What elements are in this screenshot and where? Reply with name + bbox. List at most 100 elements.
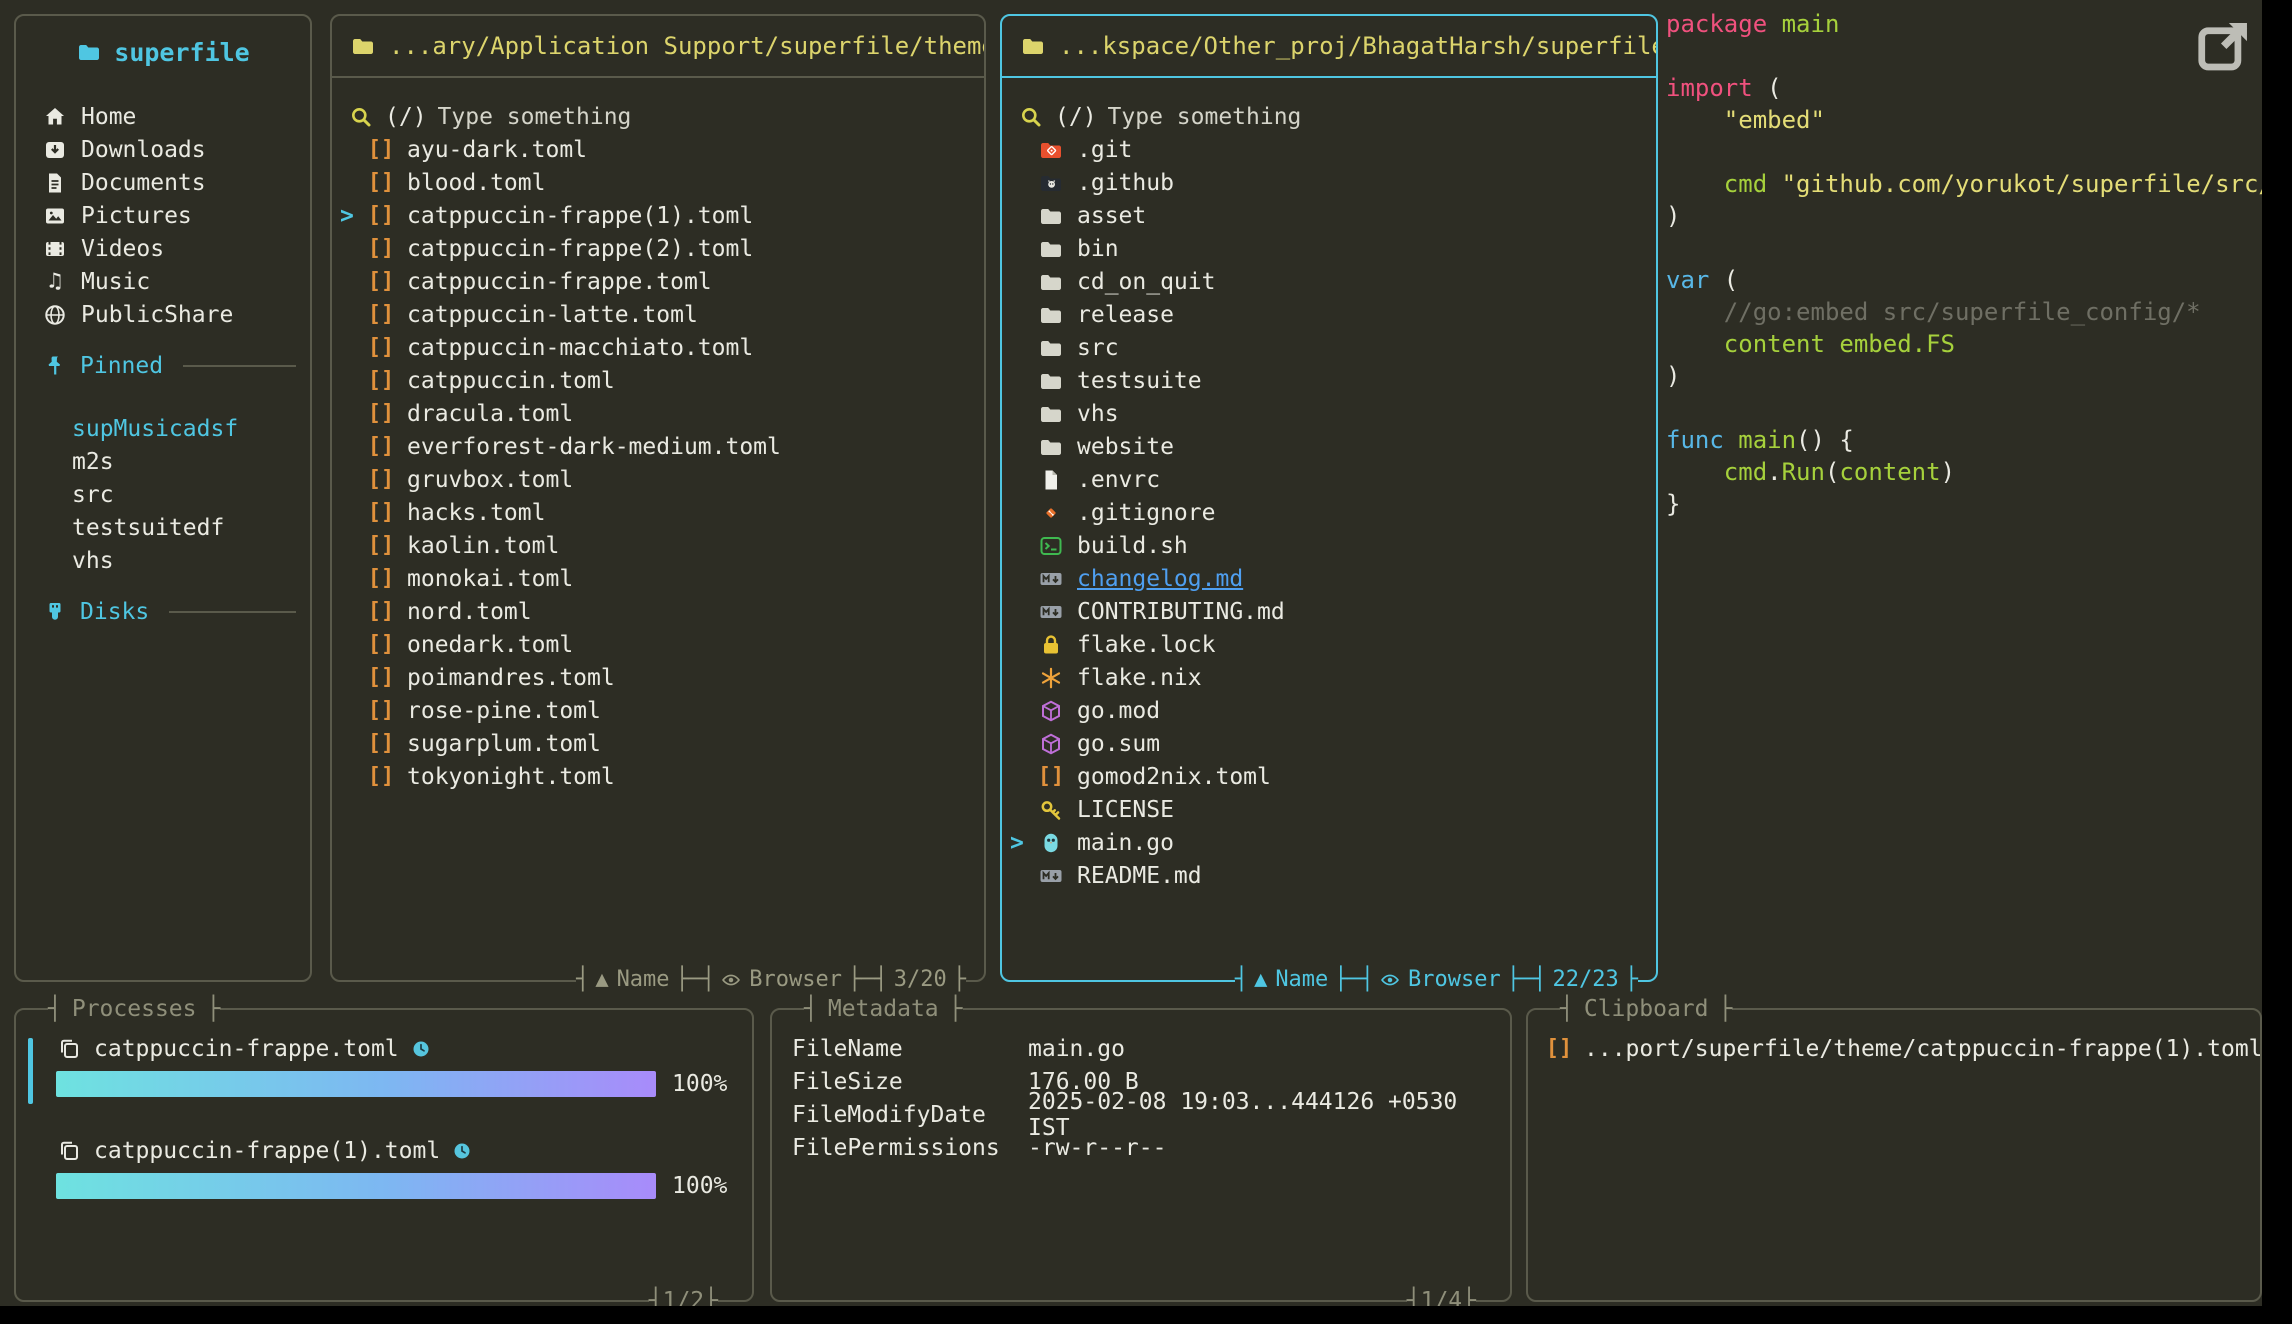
file-row[interactable]: go.mod bbox=[1002, 694, 1656, 727]
sidebar-item-downloads[interactable]: Downloads bbox=[16, 133, 310, 166]
file-row[interactable]: []catppuccin-frappe.toml bbox=[332, 265, 984, 298]
panel-path-header[interactable]: ...ary/Application Support/superfile/the… bbox=[332, 16, 984, 78]
file-name: main.go bbox=[1077, 830, 1174, 856]
music-icon: ♫ bbox=[42, 269, 68, 295]
code-token bbox=[1825, 330, 1839, 358]
file-row[interactable]: flake.lock bbox=[1002, 628, 1656, 661]
file-row[interactable]: README.md bbox=[1002, 859, 1656, 892]
ghfolder-icon bbox=[1038, 170, 1064, 196]
sidebar-item-label: PublicShare bbox=[81, 302, 233, 328]
file-row[interactable]: []rose-pine.toml bbox=[332, 694, 984, 727]
border-bracket: ┤ bbox=[1407, 1285, 1421, 1306]
progress-bar bbox=[56, 1173, 656, 1199]
process-name-row: catppuccin-frappe.toml bbox=[16, 1032, 752, 1065]
sort-toggle[interactable]: ▲Name bbox=[589, 964, 675, 996]
file-row[interactable]: >main.go bbox=[1002, 826, 1656, 859]
file-row[interactable]: .github bbox=[1002, 166, 1656, 199]
code-token: ) bbox=[1666, 362, 1680, 390]
file-row[interactable]: []catppuccin-macchiato.toml bbox=[332, 331, 984, 364]
file-row[interactable]: []monokai.toml bbox=[332, 562, 984, 595]
file-row[interactable]: website bbox=[1002, 430, 1656, 463]
file-row[interactable]: vhs bbox=[1002, 397, 1656, 430]
globe-icon bbox=[42, 302, 68, 328]
file-list: []ayu-dark.toml[]blood.toml>[]catppuccin… bbox=[332, 133, 984, 793]
code-line: var ( bbox=[1666, 264, 2262, 296]
file-row[interactable]: CONTRIBUTING.md bbox=[1002, 595, 1656, 628]
code-line bbox=[1666, 136, 2262, 168]
file-row[interactable]: changelog.md bbox=[1002, 562, 1656, 595]
file-row[interactable]: .gitignore bbox=[1002, 496, 1656, 529]
key-icon bbox=[1038, 797, 1064, 823]
file-row[interactable]: []gomod2nix.toml bbox=[1002, 760, 1656, 793]
file-name: kaolin.toml bbox=[407, 533, 559, 559]
file-row[interactable]: []blood.toml bbox=[332, 166, 984, 199]
file-row[interactable]: []onedark.toml bbox=[332, 628, 984, 661]
file-row[interactable]: go.sum bbox=[1002, 727, 1656, 760]
toml-icon: [] bbox=[368, 434, 394, 460]
file-row[interactable]: >[]catppuccin-frappe(1).toml bbox=[332, 199, 984, 232]
sidebar-item-documents[interactable]: Documents bbox=[16, 166, 310, 199]
border-bracket: ├─┤ bbox=[676, 964, 716, 996]
pinned-item-label: m2s bbox=[72, 449, 114, 475]
file-row[interactable]: []nord.toml bbox=[332, 595, 984, 628]
cube-icon bbox=[1038, 731, 1064, 757]
file-row[interactable]: src bbox=[1002, 331, 1656, 364]
sidebar-item-music[interactable]: ♫Music bbox=[16, 265, 310, 298]
process-item[interactable]: catppuccin-frappe(1).toml100% bbox=[16, 1134, 752, 1199]
file-row[interactable]: LICENSE bbox=[1002, 793, 1656, 826]
sidebar-item-publicshare[interactable]: PublicShare bbox=[16, 298, 310, 331]
sidebar-home-list: HomeDownloadsDocumentsPicturesVideos♫Mus… bbox=[16, 100, 310, 331]
mode-toggle[interactable]: Browser bbox=[715, 964, 848, 996]
file-row[interactable]: []dracula.toml bbox=[332, 397, 984, 430]
sidebar-item-home[interactable]: Home bbox=[16, 100, 310, 133]
folder-icon bbox=[1038, 236, 1064, 262]
file-name: gruvbox.toml bbox=[407, 467, 573, 493]
sidebar-item-videos[interactable]: Videos bbox=[16, 232, 310, 265]
file-row[interactable]: []catppuccin-latte.toml bbox=[332, 298, 984, 331]
file-row[interactable]: testsuite bbox=[1002, 364, 1656, 397]
sidebar-pinned-list: supMusicadsf m2s srctestsuitedfvhs bbox=[16, 412, 310, 577]
pinned-item-testsuitedf[interactable]: testsuitedf bbox=[16, 511, 310, 544]
markdown-icon bbox=[1038, 599, 1064, 625]
sidebar-item-pictures[interactable]: Pictures bbox=[16, 199, 310, 232]
file-row[interactable]: bin bbox=[1002, 232, 1656, 265]
page-count: 1/2 bbox=[663, 1285, 705, 1306]
file-row[interactable]: []everforest-dark-medium.toml bbox=[332, 430, 984, 463]
pinned-item-supmusicadsf[interactable]: supMusicadsf bbox=[16, 412, 310, 445]
panel-path-header[interactable]: ...kspace/Other_proj/BhagatHarsh/superfi… bbox=[1002, 16, 1656, 78]
file-row[interactable]: []sugarplum.toml bbox=[332, 727, 984, 760]
file-row[interactable]: []tokyonight.toml bbox=[332, 760, 984, 793]
file-row[interactable]: .git bbox=[1002, 133, 1656, 166]
file-row[interactable]: build.sh bbox=[1002, 529, 1656, 562]
external-link-icon[interactable] bbox=[2194, 14, 2256, 76]
code-token: import bbox=[1666, 74, 1753, 102]
file-row[interactable]: []poimandres.toml bbox=[332, 661, 984, 694]
file-name: rose-pine.toml bbox=[407, 698, 601, 724]
mode-toggle[interactable]: Browser bbox=[1374, 964, 1507, 996]
clipboard-item-path: ...port/superfile/theme/catppuccin-frapp… bbox=[1584, 1036, 2260, 1062]
file-row[interactable]: .envrc bbox=[1002, 463, 1656, 496]
file-row[interactable]: []catppuccin-frappe(2).toml bbox=[332, 232, 984, 265]
file-row[interactable]: flake.nix bbox=[1002, 661, 1656, 694]
search-bar[interactable]: (/) Type something bbox=[332, 100, 984, 133]
clipboard-item[interactable]: []...port/superfile/theme/catppuccin-fra… bbox=[1528, 1032, 2260, 1065]
search-placeholder: Type something bbox=[1108, 104, 1302, 130]
pinned-item-src[interactable]: src bbox=[16, 478, 310, 511]
file-row[interactable]: []gruvbox.toml bbox=[332, 463, 984, 496]
divider bbox=[183, 365, 296, 367]
file-row[interactable]: []catppuccin.toml bbox=[332, 364, 984, 397]
file-row[interactable]: []ayu-dark.toml bbox=[332, 133, 984, 166]
pinned-item-vhs[interactable]: vhs bbox=[16, 544, 310, 577]
file-row[interactable]: release bbox=[1002, 298, 1656, 331]
processes-page-indicator: ┤ 1/2 ├ bbox=[649, 1285, 718, 1306]
file-row[interactable]: []hacks.toml bbox=[332, 496, 984, 529]
pinned-item-m2s[interactable]: m2s bbox=[16, 445, 310, 478]
pinned-item-label: supMusicadsf bbox=[72, 416, 238, 442]
search-bar[interactable]: (/) Type something bbox=[1002, 100, 1656, 133]
sort-toggle[interactable]: ▲Name bbox=[1248, 964, 1334, 996]
file-row[interactable]: asset bbox=[1002, 199, 1656, 232]
file-row[interactable]: cd_on_quit bbox=[1002, 265, 1656, 298]
process-item[interactable]: catppuccin-frappe.toml100% bbox=[16, 1032, 752, 1097]
file-row[interactable]: []kaolin.toml bbox=[332, 529, 984, 562]
border-bracket: ├ bbox=[1718, 993, 1732, 1025]
